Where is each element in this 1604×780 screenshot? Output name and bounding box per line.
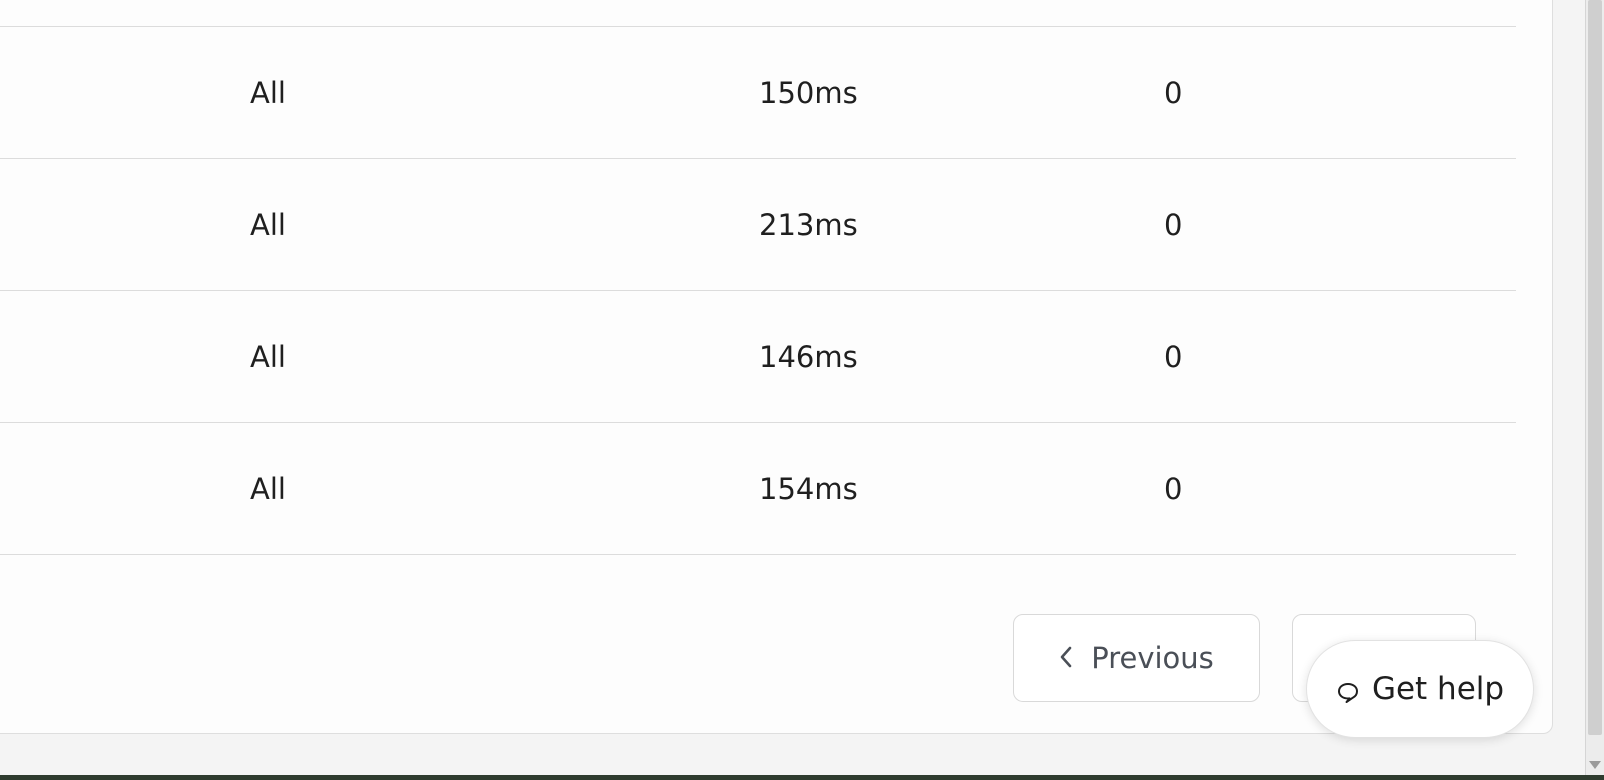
previous-page-label: Previous xyxy=(1091,641,1214,675)
previous-page-button[interactable]: Previous xyxy=(1013,614,1260,702)
cell-latency: 154ms xyxy=(759,471,858,506)
results-table: All 150ms 0 All 213ms 0 All 146ms 0 All … xyxy=(0,26,1516,555)
chevron-left-icon xyxy=(1059,641,1073,676)
scroll-down-arrow-icon[interactable] xyxy=(1589,761,1601,769)
cell-scope: All xyxy=(250,471,286,506)
get-help-button[interactable]: Get help xyxy=(1306,640,1534,738)
table-row[interactable]: All 146ms 0 xyxy=(0,290,1516,422)
cell-latency: 150ms xyxy=(759,75,858,110)
table-row[interactable]: All 150ms 0 xyxy=(0,26,1516,158)
window-bottom-edge xyxy=(0,775,1604,780)
chat-bubble-icon xyxy=(1336,677,1360,703)
cell-scope: All xyxy=(250,339,286,374)
cell-errors: 0 xyxy=(1164,339,1183,374)
cell-scope: All xyxy=(250,75,286,110)
cell-errors: 0 xyxy=(1164,75,1183,110)
cell-errors: 0 xyxy=(1164,207,1183,242)
cell-errors: 0 xyxy=(1164,471,1183,506)
table-row[interactable]: All 213ms 0 xyxy=(0,158,1516,290)
cell-scope: All xyxy=(250,207,286,242)
page-viewport: All 150ms 0 All 213ms 0 All 146ms 0 All … xyxy=(0,0,1604,775)
scrollbar-thumb[interactable] xyxy=(1588,0,1602,735)
cell-latency: 213ms xyxy=(759,207,858,242)
get-help-label: Get help xyxy=(1371,671,1505,707)
vertical-scrollbar[interactable] xyxy=(1585,0,1604,775)
cell-latency: 146ms xyxy=(759,339,858,374)
table-row[interactable]: All 154ms 0 xyxy=(0,422,1516,555)
